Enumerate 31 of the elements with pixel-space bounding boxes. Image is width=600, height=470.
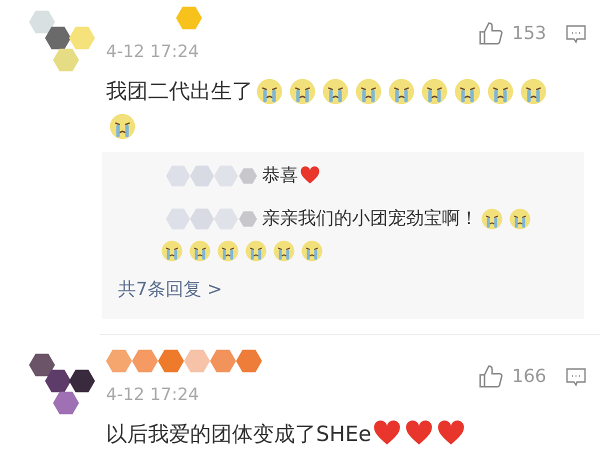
crying-face-icon	[322, 78, 349, 105]
crying-face-icon	[189, 240, 211, 262]
crying-face-icon	[161, 240, 183, 262]
crying-face-icon	[355, 78, 382, 105]
crying-face-icon	[481, 208, 503, 230]
like-count: 166	[512, 365, 548, 389]
crying-face-icon	[289, 78, 316, 105]
heart-icon	[300, 166, 320, 186]
comment-text: 亲亲我们的小团宠劲宝啊！	[262, 207, 478, 231]
comment-time: 4-12 17:24	[106, 41, 200, 64]
crying-face-icon	[520, 78, 547, 105]
crying-face-icon	[509, 208, 531, 230]
comment-text: 恭喜	[262, 164, 298, 188]
thumbs-up-icon[interactable]	[478, 364, 504, 390]
crying-face-icon	[109, 113, 136, 140]
crying-face-icon	[256, 78, 283, 105]
crying-face-icon	[487, 78, 514, 105]
crying-face-icon	[388, 78, 415, 105]
view-replies-link[interactable]: 共7条回复 >	[118, 279, 222, 300]
like-count: 153	[512, 22, 548, 46]
name-mosaic	[176, 4, 202, 32]
crying-face-icon	[454, 78, 481, 105]
comment-time: 4-12 17:24	[106, 384, 200, 407]
crying-face-icon	[217, 240, 239, 262]
crying-face-icon	[273, 240, 295, 262]
thumbs-up-icon[interactable]	[478, 20, 504, 46]
crying-face-icon	[301, 240, 323, 262]
crying-face-icon	[245, 240, 267, 262]
comment-text: 我团二代出生了	[106, 78, 253, 104]
crying-face-icon	[421, 78, 448, 105]
comment-text: 以后我爱的团体变成了SHEe	[106, 420, 372, 448]
